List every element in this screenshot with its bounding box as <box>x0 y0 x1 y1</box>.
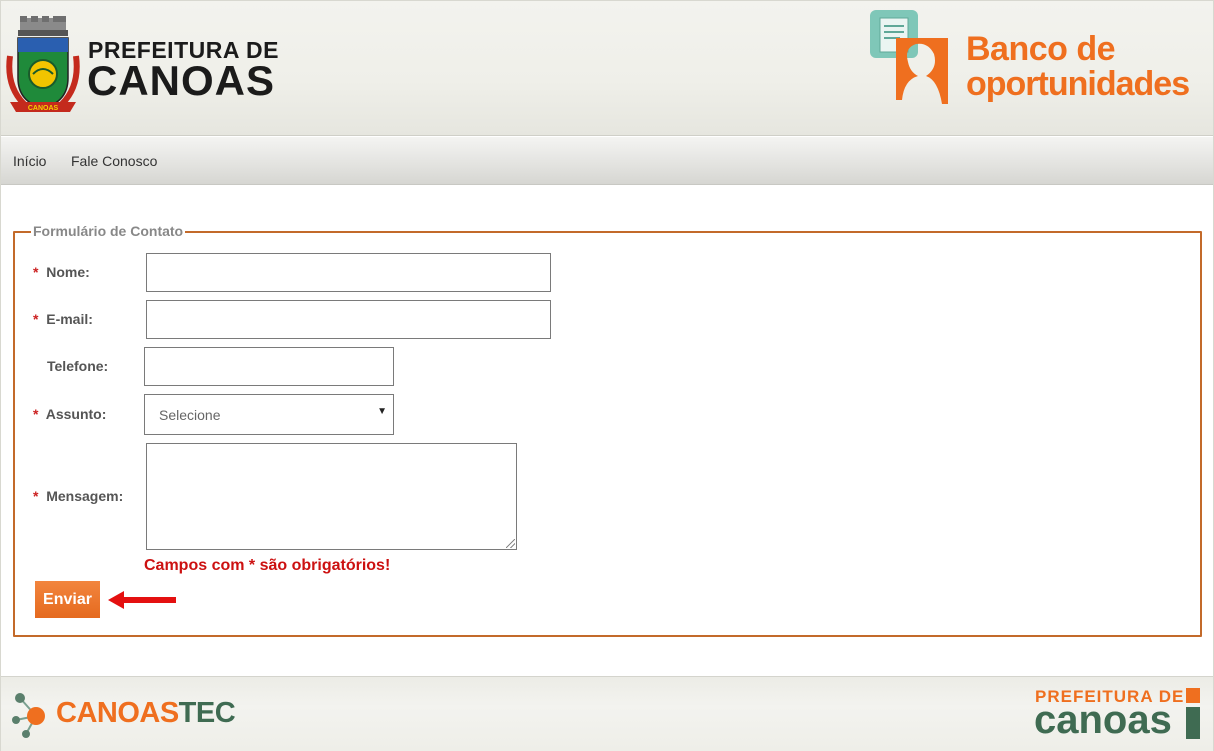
nome-label-text: Nome: <box>46 264 90 280</box>
assunto-label: * Assunto: <box>33 406 106 422</box>
city-name-line2: CANOAS <box>87 57 276 104</box>
canoastec-logo-part1: CANOAS <box>56 697 179 729</box>
top-nav: Início Fale Conosco <box>1 137 1213 185</box>
required-star: * <box>33 264 39 280</box>
canoastec-logo: CANOASTEC <box>56 697 236 730</box>
email-label: * E-mail: <box>33 311 93 327</box>
form-legend: Formulário de Contato <box>31 223 186 239</box>
required-star: * <box>33 311 39 327</box>
nome-input[interactable] <box>146 253 551 292</box>
enviar-button[interactable]: Enviar <box>35 581 100 618</box>
footer-logo-square <box>1186 688 1200 703</box>
required-star: * <box>33 488 39 504</box>
email-input[interactable] <box>146 300 551 339</box>
city-crest-icon: CANOAS <box>6 16 80 112</box>
mensagem-label-text: Mensagem: <box>46 488 124 504</box>
telefone-label: Telefone: <box>47 358 109 374</box>
footer-city-line2: canoas <box>1034 698 1172 742</box>
nome-label: * Nome: <box>33 264 90 280</box>
brand-line1: Banco de <box>966 30 1116 68</box>
required-star: * <box>33 406 39 422</box>
brand-line2: oportunidades <box>966 65 1190 103</box>
red-arrow-icon <box>108 591 176 609</box>
nav-item-fale-conosco[interactable]: Fale Conosco <box>71 153 157 169</box>
canoastec-logo-part2: TEC <box>178 697 236 729</box>
banco-oportunidades-icon <box>870 10 948 104</box>
required-fields-message: Campos com * são obrigatórios! <box>144 557 391 574</box>
footer-logo-bar <box>1186 707 1200 739</box>
telefone-input[interactable] <box>144 347 394 386</box>
mensagem-textarea[interactable] <box>146 443 517 550</box>
crest-banner-text: CANOAS <box>28 105 59 112</box>
nav-item-inicio[interactable]: Início <box>13 153 46 169</box>
assunto-select[interactable]: Selecione ▼ <box>144 394 394 435</box>
mensagem-label: * Mensagem: <box>33 488 123 504</box>
email-label-text: E-mail: <box>46 311 93 327</box>
dropdown-arrow-icon: ▼ <box>377 406 387 417</box>
molecule-icon <box>12 693 45 738</box>
resize-handle[interactable] <box>506 539 515 548</box>
assunto-label-text: Assunto: <box>45 406 107 422</box>
assunto-selected-value: Selecione <box>159 407 221 423</box>
